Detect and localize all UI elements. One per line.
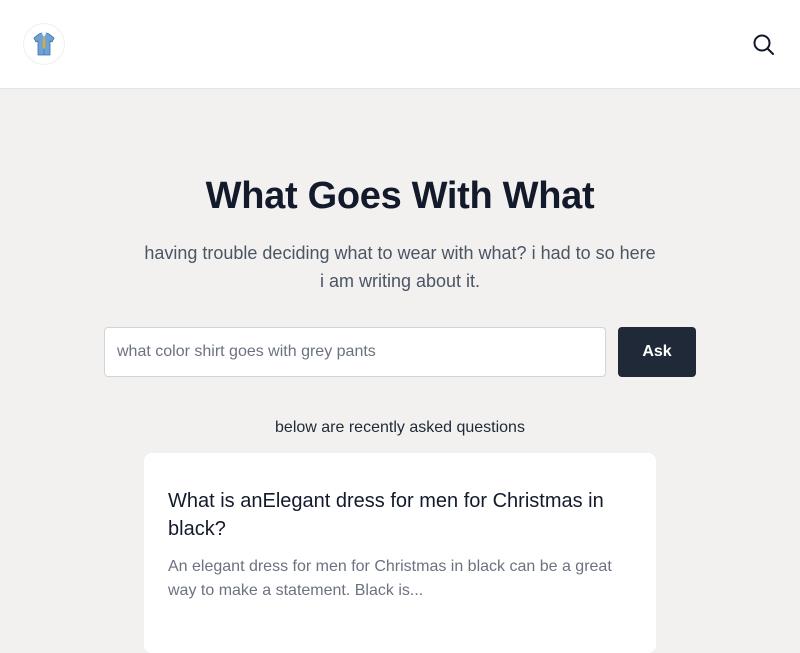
question-card[interactable]: What is anElegant dress for men for Chri… (144, 453, 656, 653)
page-subtitle: having trouble deciding what to wear wit… (144, 243, 656, 291)
site-header (0, 0, 800, 89)
search-icon (753, 34, 774, 55)
site-logo[interactable] (24, 24, 64, 64)
question-title[interactable]: What is anElegant dress for men for Chri… (168, 487, 632, 543)
page-title: What Goes With What (205, 175, 595, 217)
shirt-icon (33, 32, 55, 56)
question-excerpt: An elegant dress for men for Christmas i… (168, 558, 612, 599)
recent-questions-label: below are recently asked questions (275, 419, 525, 436)
header-search-button[interactable] (750, 31, 778, 59)
ask-button[interactable]: Ask (618, 327, 696, 377)
question-input[interactable] (104, 327, 606, 377)
